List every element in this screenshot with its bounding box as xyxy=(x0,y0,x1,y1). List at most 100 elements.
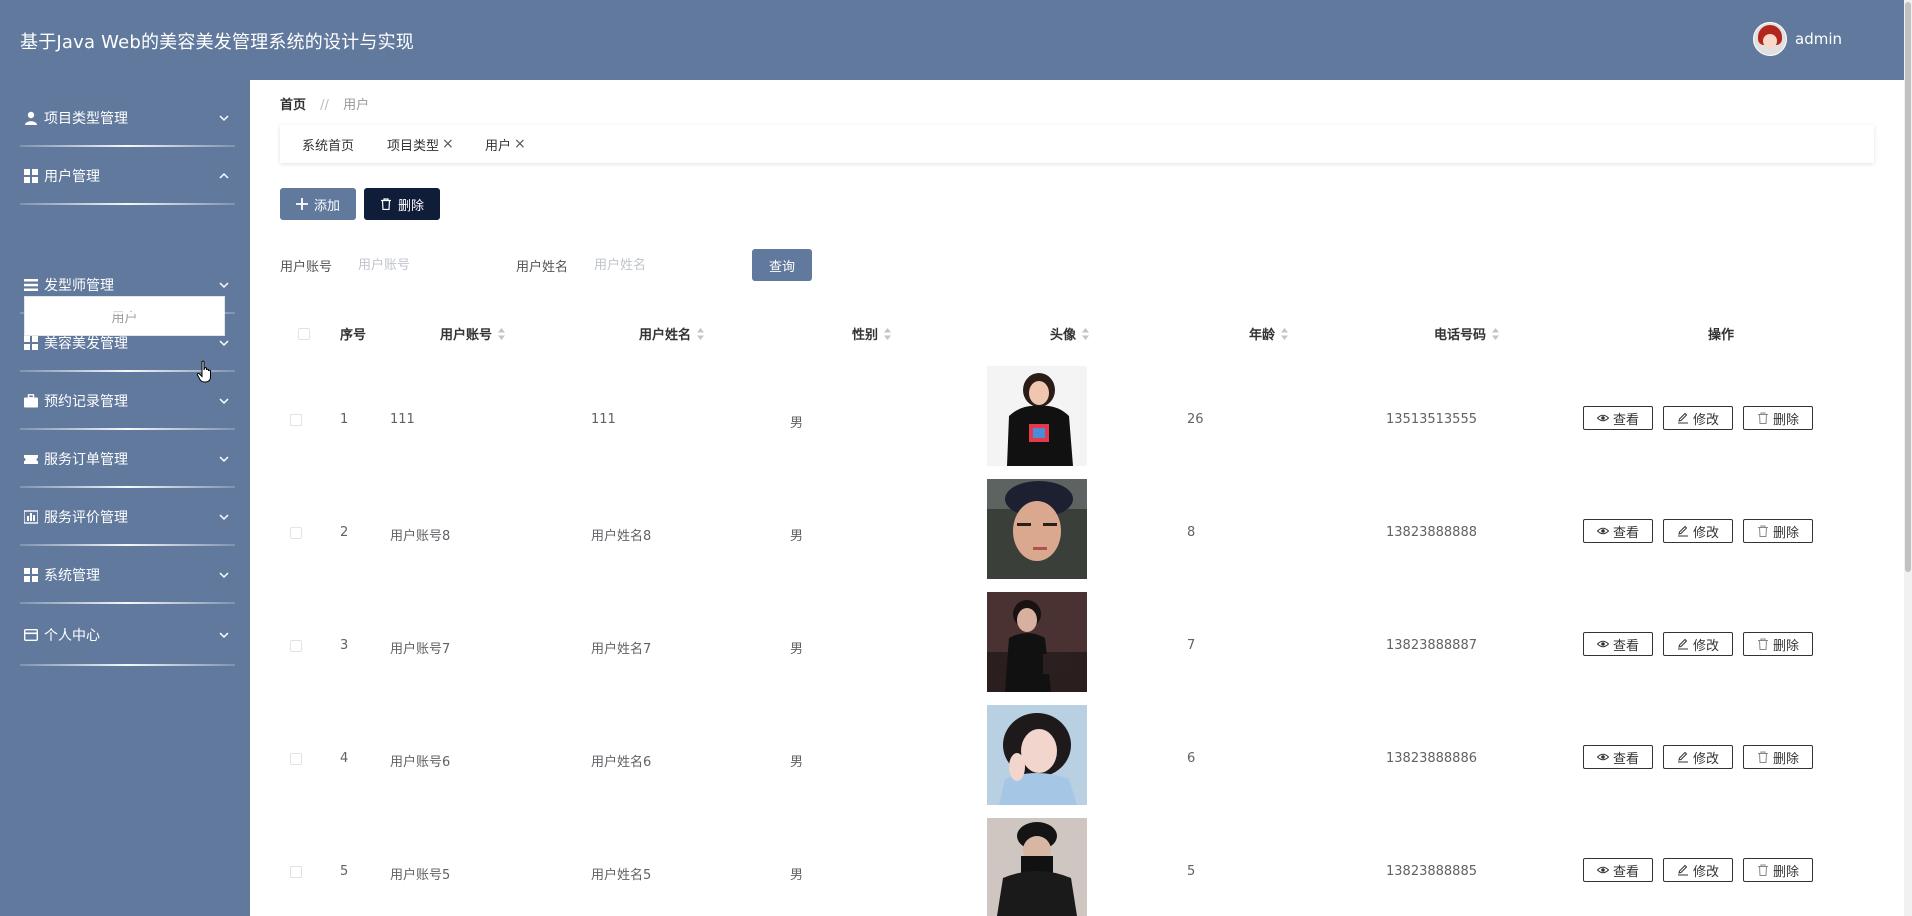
trash-icon xyxy=(1757,751,1768,763)
view-button[interactable]: 查看 xyxy=(1583,632,1653,656)
scrollbar-thumb[interactable] xyxy=(1905,2,1911,572)
sort-icon[interactable] xyxy=(697,327,705,340)
edit-button[interactable]: 修改 xyxy=(1663,858,1733,882)
tab-project-type[interactable]: 项目类型 × xyxy=(387,125,454,163)
delete-button[interactable]: 删除 xyxy=(1743,858,1813,882)
sidebar-divider xyxy=(20,544,235,546)
edit-button[interactable]: 修改 xyxy=(1663,632,1733,656)
sidebar-item-user-management[interactable]: 用户管理 xyxy=(0,148,250,204)
breadcrumb-home[interactable]: 首页 xyxy=(280,98,306,113)
sidebar-item-project-type[interactable]: 项目类型管理 xyxy=(0,90,250,146)
cell-phone: 13823888885 xyxy=(1386,864,1477,879)
user-photo[interactable] xyxy=(987,479,1087,579)
column-header-label: 年龄 xyxy=(1249,328,1276,343)
sidebar-item-system[interactable]: 系统管理 xyxy=(0,547,250,603)
cell-age: 7 xyxy=(1187,638,1196,653)
column-header-account[interactable]: 用户账号 xyxy=(440,324,506,343)
cell-index: 2 xyxy=(340,525,349,540)
edit-button[interactable]: 修改 xyxy=(1663,519,1733,543)
row-checkbox[interactable] xyxy=(290,866,302,878)
delete-button-label: 删除 xyxy=(1772,525,1799,541)
sidebar-item-stylist[interactable]: 发型师管理 xyxy=(0,257,250,313)
column-header-gender[interactable]: 性别 xyxy=(852,324,892,343)
sidebar: 项目类型管理 用户管理 用户 发型师管理 美容美发管理 预约记录管理 服务订单管… xyxy=(0,80,250,916)
close-icon[interactable]: × xyxy=(514,136,526,152)
sort-icon[interactable] xyxy=(1492,327,1500,340)
edit-button-label: 修改 xyxy=(1692,412,1719,428)
view-button[interactable]: 查看 xyxy=(1583,406,1653,430)
sidebar-item-label: 服务订单管理 xyxy=(44,452,128,468)
cell-account: 用户账号5 xyxy=(390,868,451,883)
cell-index: 1 xyxy=(340,412,349,427)
sort-icon[interactable] xyxy=(1082,327,1090,340)
edit-button[interactable]: 修改 xyxy=(1663,745,1733,769)
tab-label: 用户 xyxy=(485,138,512,154)
user-photo[interactable] xyxy=(987,818,1087,916)
username[interactable]: admin xyxy=(1795,30,1842,48)
tab-label: 系统首页 xyxy=(302,138,355,154)
trash-icon xyxy=(1757,412,1768,424)
sidebar-divider xyxy=(20,145,235,147)
edit-icon xyxy=(1677,412,1688,424)
cell-name: 用户姓名5 xyxy=(591,868,652,883)
tabs-bar: 系统首页 项目类型 × 用户 × xyxy=(280,125,1874,163)
edit-button[interactable]: 修改 xyxy=(1663,406,1733,430)
delete-button-label: 删除 xyxy=(1772,412,1799,428)
avatar[interactable] xyxy=(1753,22,1787,56)
chevron-down-icon xyxy=(219,398,229,405)
account-search-input[interactable] xyxy=(356,247,500,283)
user-photo[interactable] xyxy=(987,705,1087,805)
row-checkbox[interactable] xyxy=(290,527,302,539)
chevron-down-icon xyxy=(219,340,229,347)
delete-button[interactable]: 删除 xyxy=(1743,632,1813,656)
eye-icon xyxy=(1596,753,1609,761)
sidebar-item-service-order[interactable]: 服务订单管理 xyxy=(0,431,250,487)
tab-home[interactable]: 系统首页 xyxy=(302,125,354,163)
chevron-down-icon xyxy=(219,572,229,579)
cell-gender: 男 xyxy=(790,416,804,431)
view-button[interactable]: 查看 xyxy=(1583,519,1653,543)
sidebar-item-profile[interactable]: 个人中心 xyxy=(0,607,250,663)
row-checkbox[interactable] xyxy=(290,414,302,426)
user-menu[interactable]: admin xyxy=(1753,22,1842,56)
column-header-phone[interactable]: 电话号码 xyxy=(1434,324,1500,343)
plus-icon xyxy=(295,198,308,210)
row-checkbox[interactable] xyxy=(290,753,302,765)
column-header-name[interactable]: 用户姓名 xyxy=(639,324,705,343)
row-checkbox[interactable] xyxy=(290,640,302,652)
user-photo[interactable] xyxy=(987,592,1087,692)
cell-gender: 男 xyxy=(790,642,804,657)
sidebar-item-label: 项目类型管理 xyxy=(44,111,128,127)
column-header-label: 用户姓名 xyxy=(639,328,692,343)
page-scrollbar[interactable] xyxy=(1904,0,1912,916)
sort-icon[interactable] xyxy=(498,327,506,340)
tab-user[interactable]: 用户 × xyxy=(485,125,526,163)
view-button[interactable]: 查看 xyxy=(1583,745,1653,769)
chart-icon xyxy=(24,510,38,524)
sidebar-item-service-review[interactable]: 服务评价管理 xyxy=(0,489,250,545)
chevron-up-icon xyxy=(219,172,229,179)
cell-gender: 男 xyxy=(790,868,804,883)
sort-icon[interactable] xyxy=(1281,327,1289,340)
delete-button[interactable]: 删除 xyxy=(1743,745,1813,769)
select-all-checkbox[interactable] xyxy=(298,328,310,340)
sort-icon[interactable] xyxy=(884,327,892,340)
grid-icon xyxy=(24,568,38,582)
close-icon[interactable]: × xyxy=(442,136,454,152)
cell-name: 用户姓名8 xyxy=(591,529,652,544)
column-header-avatar[interactable]: 头像 xyxy=(1050,324,1090,343)
delete-button[interactable]: 删除 xyxy=(1743,406,1813,430)
chevron-down-icon xyxy=(219,115,229,122)
briefcase-icon xyxy=(24,394,38,408)
cell-phone: 13823888887 xyxy=(1386,638,1477,653)
column-header-label: 电话号码 xyxy=(1434,328,1487,343)
name-search-input[interactable] xyxy=(592,247,736,283)
query-button[interactable]: 查询 xyxy=(752,249,812,281)
batch-delete-button[interactable]: 删除 xyxy=(364,188,440,220)
cell-name: 用户姓名6 xyxy=(591,755,652,770)
user-photo[interactable] xyxy=(987,366,1087,466)
column-header-age[interactable]: 年龄 xyxy=(1249,324,1289,343)
view-button[interactable]: 查看 xyxy=(1583,858,1653,882)
add-button[interactable]: 添加 xyxy=(280,188,356,220)
delete-button[interactable]: 删除 xyxy=(1743,519,1813,543)
